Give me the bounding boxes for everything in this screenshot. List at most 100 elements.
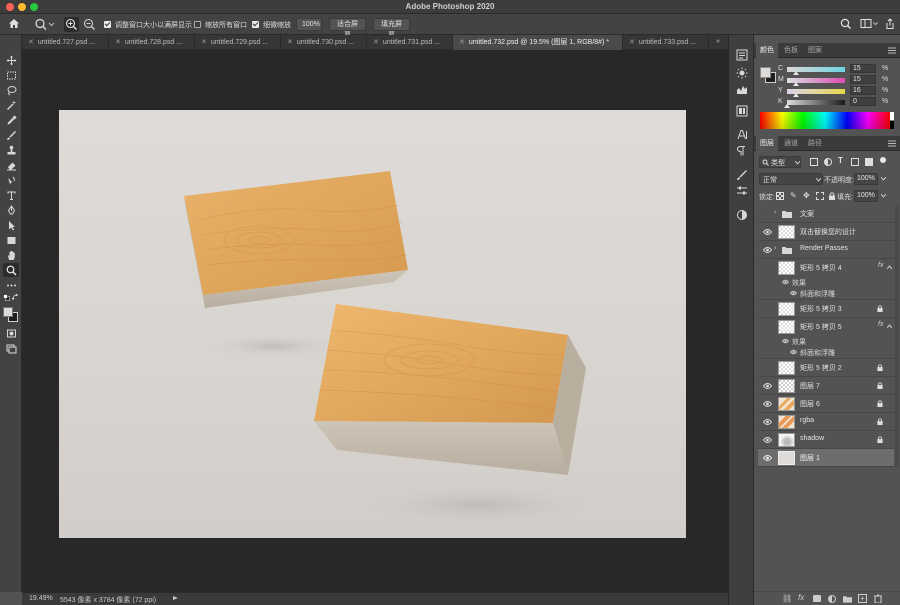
effects-row[interactable]: 效果 bbox=[758, 336, 894, 347]
brightness-panel-icon[interactable] bbox=[736, 67, 748, 79]
filter-type-icon[interactable]: T bbox=[838, 156, 843, 165]
expand-group-icon[interactable]: › bbox=[774, 209, 776, 216]
canvas-workspace[interactable] bbox=[22, 50, 728, 592]
tab-untitled-733[interactable]: ✕ untitled.733.psd ... bbox=[623, 35, 709, 50]
cyan-slider[interactable]: C 15 % bbox=[778, 64, 896, 75]
gradient-tool-icon[interactable] bbox=[3, 173, 19, 187]
fill-chevron-icon[interactable] bbox=[881, 194, 886, 198]
tab-untitled-731[interactable]: ✕ untitled.731.psd ... bbox=[367, 35, 453, 50]
expand-group-icon[interactable]: › bbox=[774, 245, 776, 252]
layer-row-layer-7[interactable]: 图层 7 bbox=[758, 377, 894, 395]
pen-tool-icon[interactable] bbox=[3, 203, 19, 217]
visibility-eye-icon[interactable] bbox=[763, 400, 772, 408]
tab-untitled-729[interactable]: ✕ untitled.729.psd ... bbox=[195, 35, 281, 50]
layer-row-shadow[interactable]: shadow bbox=[758, 431, 894, 449]
lasso-tool-icon[interactable] bbox=[3, 83, 19, 97]
visibility-eye-icon[interactable] bbox=[763, 246, 772, 254]
black-slider-knob[interactable] bbox=[784, 104, 790, 108]
swap-colors-icon[interactable] bbox=[11, 293, 19, 301]
close-tab-icon[interactable]: ✕ bbox=[287, 39, 293, 46]
more-tools-icon[interactable] bbox=[3, 278, 19, 292]
move-tool-icon[interactable] bbox=[3, 53, 19, 67]
layer-row-replace-design[interactable]: 双击替换您的设计 bbox=[758, 223, 894, 241]
layer-row-rect-copy-2[interactable]: 矩形 5 拷贝 2 bbox=[758, 359, 894, 377]
fit-screen-button[interactable]: 适合屏幕 bbox=[329, 18, 366, 39]
paragraph-panel-icon[interactable] bbox=[736, 145, 748, 157]
black-value-field[interactable]: 0 bbox=[850, 97, 876, 106]
fill-screen-button[interactable]: 填充屏幕 bbox=[373, 18, 410, 39]
type-tool-icon[interactable] bbox=[3, 188, 19, 202]
black-slider[interactable]: K 0 % bbox=[778, 97, 896, 108]
tab-untitled-728[interactable]: ✕ untitled.728.psd ... bbox=[109, 35, 195, 50]
document-canvas[interactable] bbox=[59, 110, 686, 538]
visibility-eye-icon[interactable] bbox=[763, 418, 772, 426]
new-group-icon[interactable] bbox=[843, 595, 852, 605]
add-layer-style-icon[interactable]: fx bbox=[798, 593, 804, 602]
eraser-tool-icon[interactable] bbox=[3, 158, 19, 172]
foreground-color-swatch[interactable] bbox=[3, 307, 13, 317]
visibility-eye-icon[interactable] bbox=[763, 382, 772, 390]
close-tab-icon[interactable]: ✕ bbox=[28, 39, 34, 46]
hand-tool-icon[interactable] bbox=[3, 248, 19, 262]
layers-panel-menu-icon[interactable] bbox=[888, 140, 896, 147]
close-tab-icon[interactable]: ✕ bbox=[373, 39, 379, 46]
yellow-slider[interactable]: Y 16 % bbox=[778, 86, 896, 97]
marquee-tool-icon[interactable] bbox=[3, 68, 19, 82]
scrubby-zoom-checkbox[interactable] bbox=[252, 21, 259, 28]
filter-shape-icon[interactable] bbox=[851, 158, 859, 166]
adjustments-panel-icon[interactable] bbox=[736, 185, 748, 197]
layer-row-render-passes[interactable]: › Render Passes bbox=[758, 241, 894, 259]
zoom-in-icon[interactable] bbox=[64, 17, 79, 32]
filter-adjustment-icon[interactable] bbox=[824, 158, 832, 166]
rectangle-tool-icon[interactable] bbox=[3, 233, 19, 247]
yellow-slider-knob[interactable] bbox=[793, 93, 800, 97]
cyan-slider-knob[interactable] bbox=[792, 71, 799, 75]
zoom-all-windows-checkbox[interactable] bbox=[194, 21, 201, 28]
lock-all-icon[interactable] bbox=[829, 192, 835, 200]
layer-row-layer-6[interactable]: 图层 6 bbox=[758, 395, 894, 413]
zoom-level-button[interactable]: 100% bbox=[296, 18, 322, 31]
chevron-up-icon[interactable] bbox=[887, 265, 892, 269]
visibility-eye-icon[interactable] bbox=[763, 454, 772, 462]
history-panel-icon[interactable] bbox=[736, 49, 748, 61]
layer-row-rgba[interactable]: rgba bbox=[758, 413, 894, 431]
tab-untitled-730[interactable]: ✕ untitled.730.psd ... bbox=[281, 35, 367, 50]
status-zoom[interactable]: 19.49% bbox=[29, 595, 53, 602]
layer-effects-icon[interactable]: fx bbox=[878, 262, 883, 269]
brush-tool-icon[interactable] bbox=[3, 128, 19, 142]
share-icon[interactable] bbox=[884, 18, 896, 30]
lock-image-icon[interactable]: ✎ bbox=[790, 191, 797, 200]
layer-row-layer-1[interactable]: 图层 1 bbox=[758, 449, 894, 467]
effect-eye-icon[interactable] bbox=[790, 290, 797, 296]
close-tab-icon[interactable]: ✕ bbox=[459, 39, 465, 46]
zoom-tool-preset-icon[interactable] bbox=[34, 18, 56, 31]
eyedropper-tool-icon[interactable] bbox=[3, 113, 19, 127]
effect-bevel-row[interactable]: 斜面和浮雕 bbox=[758, 288, 894, 300]
effect-bevel-row[interactable]: 斜面和浮雕 bbox=[758, 347, 894, 359]
cyan-value-field[interactable]: 15 bbox=[850, 64, 876, 73]
tab-channels[interactable]: 通道 bbox=[780, 136, 802, 151]
filter-smart-object-icon[interactable] bbox=[865, 158, 873, 166]
new-layer-icon[interactable]: + bbox=[858, 594, 867, 603]
tab-untitled-727[interactable]: ✕ untitled.727.psd ... bbox=[22, 35, 109, 50]
magenta-slider[interactable]: M 15 % bbox=[778, 75, 896, 86]
tab-untitled-732[interactable]: ✕ untitled.732.psd @ 19.5% (图层 1, RGB/8#)… bbox=[453, 35, 623, 50]
spectrum-white-black-strip[interactable] bbox=[890, 112, 894, 129]
more-tabs-icon[interactable]: » bbox=[716, 38, 720, 45]
libraries-panel-icon[interactable] bbox=[736, 105, 748, 117]
chevron-up-icon[interactable] bbox=[887, 324, 892, 328]
zoom-out-icon[interactable] bbox=[82, 17, 97, 32]
quick-mask-icon[interactable] bbox=[3, 326, 19, 340]
magenta-value-field[interactable]: 15 bbox=[850, 75, 876, 84]
magic-wand-tool-icon[interactable] bbox=[3, 98, 19, 112]
delete-layer-icon[interactable] bbox=[874, 594, 882, 605]
add-mask-icon[interactable] bbox=[813, 595, 821, 602]
brush-settings-icon[interactable] bbox=[736, 169, 748, 181]
screen-mode-icon[interactable] bbox=[3, 341, 19, 355]
tab-swatches[interactable]: 色板 bbox=[780, 43, 802, 58]
status-expand-icon[interactable] bbox=[172, 594, 179, 604]
close-tab-icon[interactable]: ✕ bbox=[201, 39, 207, 46]
tab-color[interactable]: 颜色 bbox=[756, 43, 778, 58]
blend-mode-select[interactable]: 正常 bbox=[759, 173, 823, 185]
yellow-value-field[interactable]: 16 bbox=[850, 86, 876, 95]
